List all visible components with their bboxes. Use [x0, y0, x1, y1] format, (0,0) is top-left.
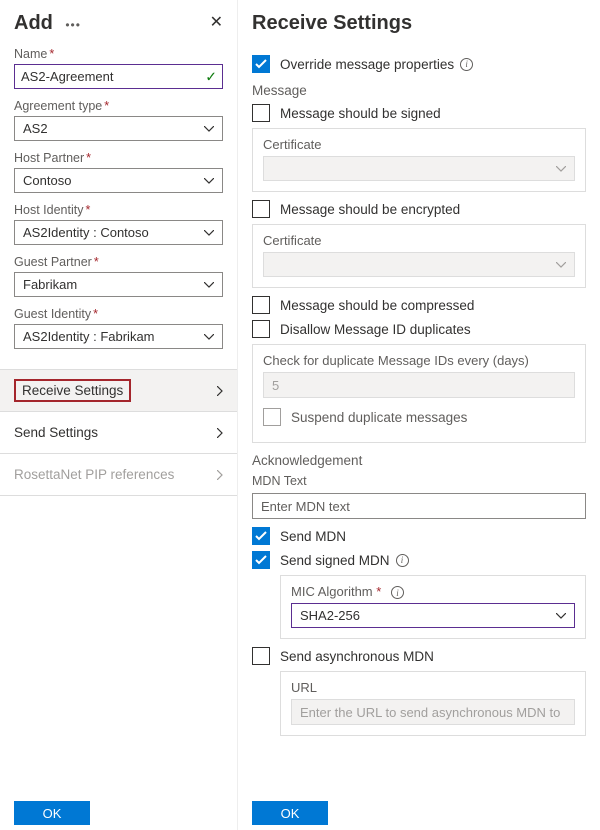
host-partner-label: Host Partner — [14, 151, 223, 165]
info-icon[interactable]: i — [391, 586, 404, 599]
guest-identity-select[interactable]: AS2Identity : Fabrikam — [14, 324, 223, 349]
check-icon: ✓ — [205, 68, 217, 85]
nav-receive-settings[interactable]: Receive Settings — [0, 370, 237, 412]
agreement-type-value: AS2 — [23, 121, 48, 136]
suspend-dupes-checkbox — [263, 408, 281, 426]
host-partner-value: Contoso — [23, 173, 71, 188]
check-dupes-input — [263, 372, 575, 398]
nav-receive-label: Receive Settings — [14, 379, 131, 402]
chevron-down-icon — [556, 613, 566, 619]
nav-send-settings[interactable]: Send Settings — [0, 412, 237, 454]
certificate-select-2 — [263, 252, 575, 277]
override-checkbox[interactable] — [252, 55, 270, 73]
send-mdn-checkbox[interactable] — [252, 527, 270, 545]
mdn-text-input[interactable] — [252, 493, 586, 519]
url-label: URL — [291, 680, 575, 695]
info-icon[interactable]: i — [396, 554, 409, 567]
close-icon[interactable]: ✕ — [210, 12, 223, 32]
nav-rosetta-label: RosettaNet PIP references — [14, 467, 174, 482]
chevron-down-icon — [556, 262, 566, 268]
name-label: Name — [14, 47, 223, 61]
host-partner-select[interactable]: Contoso — [14, 168, 223, 193]
chevron-down-icon — [204, 126, 214, 132]
name-input[interactable] — [14, 64, 223, 89]
mdn-text-label: MDN Text — [252, 474, 307, 488]
host-identity-select[interactable]: AS2Identity : Contoso — [14, 220, 223, 245]
certificate-label-2: Certificate — [263, 233, 575, 248]
override-label: Override message properties — [280, 57, 454, 72]
send-async-mdn-checkbox[interactable] — [252, 647, 270, 665]
encrypted-label: Message should be encrypted — [280, 202, 460, 217]
chevron-down-icon — [204, 334, 214, 340]
mic-algorithm-value: SHA2-256 — [300, 608, 360, 623]
certificate-label-1: Certificate — [263, 137, 575, 152]
disallow-dupes-checkbox[interactable] — [252, 320, 270, 338]
chevron-down-icon — [204, 178, 214, 184]
mic-algorithm-select[interactable]: SHA2-256 — [291, 603, 575, 628]
compressed-checkbox[interactable] — [252, 296, 270, 314]
host-identity-value: AS2Identity : Contoso — [23, 225, 149, 240]
nav-send-label: Send Settings — [14, 425, 98, 440]
guest-partner-label: Guest Partner — [14, 255, 223, 269]
more-icon[interactable]: ••• — [65, 18, 81, 32]
url-input — [291, 699, 575, 725]
add-title: Add — [14, 12, 53, 35]
compressed-label: Message should be compressed — [280, 298, 474, 313]
guest-partner-value: Fabrikam — [23, 277, 77, 292]
disallow-dupes-label: Disallow Message ID duplicates — [280, 322, 471, 337]
chevron-right-icon — [217, 470, 223, 480]
encrypted-checkbox[interactable] — [252, 200, 270, 218]
signed-label: Message should be signed — [280, 106, 441, 121]
chevron-down-icon — [556, 166, 566, 172]
ack-section-title: Acknowledgement — [252, 453, 586, 468]
guest-identity-value: AS2Identity : Fabrikam — [23, 329, 155, 344]
ok-button-left[interactable]: OK — [14, 801, 90, 825]
host-identity-label: Host Identity — [14, 203, 223, 217]
receive-settings-title: Receive Settings — [252, 12, 412, 35]
mic-algorithm-label: MIC Algorithm * i — [291, 584, 575, 599]
signed-checkbox[interactable] — [252, 104, 270, 122]
guest-partner-select[interactable]: Fabrikam — [14, 272, 223, 297]
check-dupes-label: Check for duplicate Message IDs every (d… — [263, 353, 575, 368]
ok-button-right[interactable]: OK — [252, 801, 328, 825]
agreement-type-select[interactable]: AS2 — [14, 116, 223, 141]
suspend-dupes-label: Suspend duplicate messages — [291, 410, 467, 425]
certificate-select-1 — [263, 156, 575, 181]
send-mdn-label: Send MDN — [280, 529, 346, 544]
chevron-right-icon — [217, 386, 223, 396]
send-async-mdn-label: Send asynchronous MDN — [280, 649, 434, 664]
send-signed-mdn-checkbox[interactable] — [252, 551, 270, 569]
nav-rosettanet[interactable]: RosettaNet PIP references — [0, 454, 237, 496]
chevron-right-icon — [217, 428, 223, 438]
agreement-type-label: Agreement type — [14, 99, 223, 113]
add-panel: Add ••• ✕ Name ✓ Agreement type AS2 Host… — [0, 0, 238, 830]
info-icon[interactable]: i — [460, 58, 473, 71]
message-section-title: Message — [252, 83, 586, 98]
send-signed-mdn-label: Send signed MDN — [280, 553, 390, 568]
guest-identity-label: Guest Identity — [14, 307, 223, 321]
chevron-down-icon — [204, 282, 214, 288]
chevron-down-icon — [204, 230, 214, 236]
receive-settings-panel: Receive Settings Override message proper… — [238, 0, 600, 830]
